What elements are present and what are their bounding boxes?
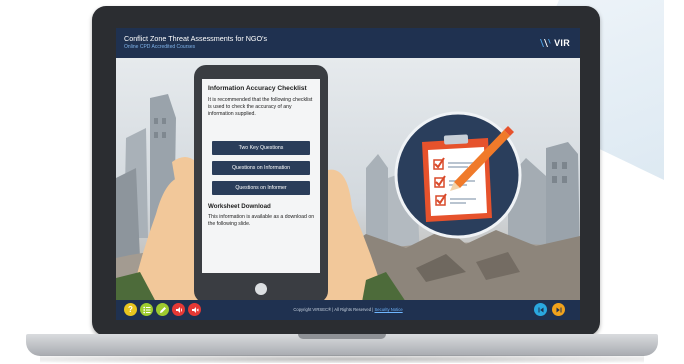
laptop-notch <box>298 334 386 339</box>
laptop-shadow <box>40 355 644 363</box>
two-key-questions-button[interactable]: Two Key Questions <box>212 141 310 155</box>
previous-icon[interactable] <box>534 303 547 316</box>
worksheet-text: This information is available as a downl… <box>208 214 315 228</box>
copyright-text: Copyright VIRSEC® | All Rights Reserved … <box>116 307 580 312</box>
brand-logo: VIR <box>539 37 570 49</box>
phone-home-button <box>255 283 267 295</box>
copyright-label: Copyright VIRSEC® | All Rights Reserved … <box>293 307 374 312</box>
logo-text: VIR <box>554 38 570 48</box>
stage: Conflict Zone Threat Assessments for NGO… <box>0 0 684 364</box>
worksheet-heading: Worksheet Download <box>208 203 271 210</box>
questions-on-information-button[interactable]: Questions on Information <box>212 161 310 175</box>
course-footer: ? Copyright VIRSEC® | All Rights Reserve… <box>116 300 580 320</box>
course-screen: Conflict Zone Threat Assessments for NGO… <box>116 28 580 320</box>
checklist-intro: It is recommended that the following che… <box>208 97 313 118</box>
course-subtitle: Online CPD Accredited Courses <box>124 44 196 50</box>
checklist-heading: Information Accuracy Checklist <box>208 85 307 92</box>
security-notice-link[interactable]: Security Notice <box>374 307 402 312</box>
virsec-logo-icon <box>540 39 551 47</box>
course-title: Conflict Zone Threat Assessments for NGO… <box>124 34 268 43</box>
questions-on-informer-button[interactable]: Questions on Informer <box>212 181 310 195</box>
course-header: Conflict Zone Threat Assessments for NGO… <box>116 28 580 58</box>
phone-screen: Information Accuracy Checklist It is rec… <box>202 79 320 273</box>
next-icon[interactable] <box>552 303 565 316</box>
scene-illustration: Information Accuracy Checklist It is rec… <box>116 58 580 302</box>
ruined-city-illustration <box>116 58 580 302</box>
phone-device: Information Accuracy Checklist It is rec… <box>194 65 328 302</box>
